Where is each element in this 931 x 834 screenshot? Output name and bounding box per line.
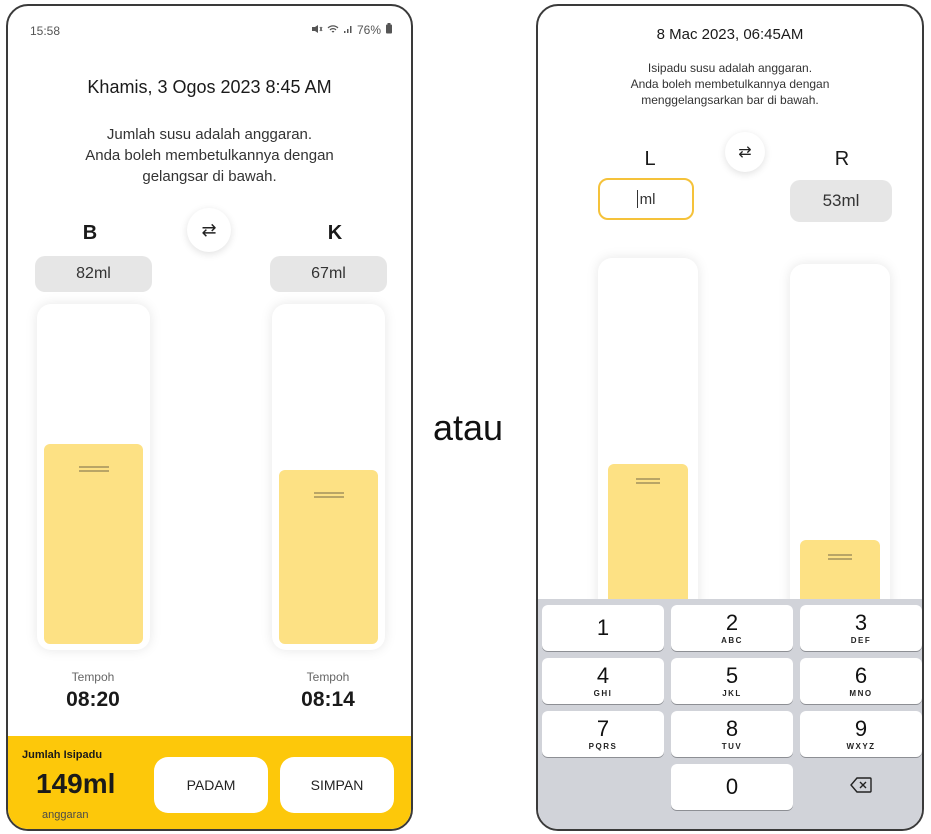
total-volume-title: Jumlah Isipadu xyxy=(22,749,103,761)
slider-drag-handle[interactable] xyxy=(78,466,109,472)
backspace-icon xyxy=(850,776,872,798)
key-7[interactable]: 7 PQRS xyxy=(542,711,664,757)
key-4[interactable]: 4 GHI xyxy=(542,658,664,704)
key-letters: JKL xyxy=(722,688,742,698)
delete-button[interactable]: PADAM xyxy=(154,757,268,813)
left-duration-value: 08:20 xyxy=(66,688,120,711)
estimate-info-text: Jumlah susu adalah anggaran. Anda boleh … xyxy=(8,124,411,187)
right-side-label: K xyxy=(327,222,343,244)
key-5[interactable]: 5 JKL xyxy=(671,658,793,704)
key-1[interactable]: 1 xyxy=(542,605,664,651)
numeric-keypad: 1 2 ABC 3 DEF 4 GHI 5 JKL 6 MNO 7 PQRS 8… xyxy=(538,599,922,829)
left-volume-fill[interactable] xyxy=(44,444,143,644)
key-digit: 2 xyxy=(725,609,739,635)
key-digit: 8 xyxy=(725,715,739,741)
session-date-title: 8 Mac 2023, 06:45AM xyxy=(656,26,804,43)
key-digit: 3 xyxy=(854,609,868,635)
summary-bar: Jumlah Isipadu 149ml anggaran PADAM SIMP… xyxy=(8,736,411,829)
key-letters: DEF xyxy=(850,635,872,645)
right-amount-field[interactable]: 53ml xyxy=(790,180,892,222)
key-6[interactable]: 6 MNO xyxy=(800,658,922,704)
mute-icon xyxy=(311,23,323,37)
slider-drag-handle[interactable] xyxy=(313,492,344,498)
info-line: Anda boleh membetulkannya dengan xyxy=(630,77,830,91)
battery-icon xyxy=(385,23,393,37)
info-line: gelangsar di bawah. xyxy=(142,168,277,185)
or-connector-text: atau xyxy=(433,407,504,448)
key-digit: 6 xyxy=(854,662,868,688)
swap-arrows-icon: ⇄ xyxy=(201,219,217,240)
right-duration-label: Tempoh xyxy=(306,670,350,684)
left-phone-screen: 15:58 76% Khamis, 3 Ogos 2023 8:45 AM Ju… xyxy=(6,4,413,831)
left-amount-input[interactable]: ml xyxy=(598,178,694,220)
right-amount-field[interactable]: 67ml xyxy=(270,256,387,292)
key-letters: TUV xyxy=(721,741,743,751)
left-duration-label: Tempoh xyxy=(71,670,115,684)
key-digit: 0 xyxy=(725,774,739,799)
key-letters: ABC xyxy=(721,635,743,645)
right-phone-screen: 8 Mac 2023, 06:45AM Isipadu susu adalah … xyxy=(536,4,924,831)
wifi-icon xyxy=(327,23,339,37)
right-volume-slider[interactable] xyxy=(272,304,385,650)
right-volume-fill[interactable] xyxy=(279,470,378,644)
key-digit: 4 xyxy=(596,662,610,688)
signal-icon xyxy=(343,23,353,37)
info-line: Jumlah susu adalah anggaran. xyxy=(106,126,313,143)
key-digit: 7 xyxy=(596,715,610,741)
info-line: menggelangsarkan bar di bawah. xyxy=(641,93,819,107)
left-amount-field[interactable]: 82ml xyxy=(35,256,152,292)
swap-sides-button[interactable]: ⇄ xyxy=(187,208,231,252)
slider-drag-handle[interactable] xyxy=(636,478,660,484)
left-volume-slider[interactable] xyxy=(598,258,698,658)
key-digit: 9 xyxy=(854,715,868,741)
left-side-label: B xyxy=(82,222,98,244)
right-duration-value: 08:14 xyxy=(301,688,355,711)
total-volume-subtitle: anggaran xyxy=(42,809,89,821)
estimate-info-text: Isipadu susu adalah anggaran. Anda boleh… xyxy=(538,60,922,108)
text-cursor xyxy=(636,190,638,208)
swap-arrows-icon: ⇄ xyxy=(738,144,752,161)
battery-percent: 76% xyxy=(356,23,381,37)
unit-suffix: ml xyxy=(639,190,656,208)
left-volume-slider[interactable] xyxy=(37,304,150,650)
info-line: Isipadu susu adalah anggaran. xyxy=(647,61,813,75)
key-digit: 5 xyxy=(725,662,739,688)
total-volume-value: 149ml xyxy=(36,768,116,799)
save-button[interactable]: SIMPAN xyxy=(280,757,394,813)
status-bar: 15:58 76% xyxy=(8,6,411,50)
key-letters: WXYZ xyxy=(846,741,876,751)
status-icons: 76% xyxy=(311,23,393,37)
swap-sides-button[interactable]: ⇄ xyxy=(725,132,765,172)
info-line: Anda boleh membetulkannya dengan xyxy=(85,147,334,164)
key-8[interactable]: 8 TUV xyxy=(671,711,793,757)
key-0[interactable]: 0 xyxy=(671,764,793,810)
key-letters: GHI xyxy=(593,688,613,698)
key-2[interactable]: 2 ABC xyxy=(671,605,793,651)
left-side-label: L xyxy=(644,148,656,170)
session-date-title: Khamis, 3 Ogos 2023 8:45 AM xyxy=(87,77,332,97)
key-letters: MNO xyxy=(849,688,873,698)
key-3[interactable]: 3 DEF xyxy=(800,605,922,651)
key-9[interactable]: 9 WXYZ xyxy=(800,711,922,757)
key-letters: PQRS xyxy=(588,741,618,751)
status-time: 15:58 xyxy=(30,24,61,38)
right-side-label: R xyxy=(834,148,850,170)
key-digit: 1 xyxy=(596,615,610,640)
slider-drag-handle[interactable] xyxy=(828,554,852,560)
backspace-key[interactable] xyxy=(800,764,922,810)
